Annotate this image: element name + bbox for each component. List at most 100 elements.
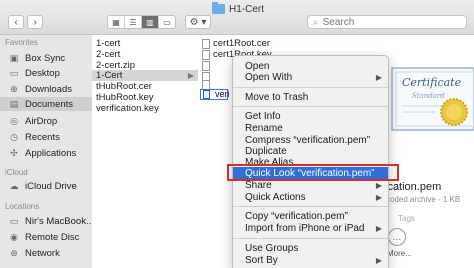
downloads-icon: ⊕ — [10, 83, 18, 94]
laptop-icon: ▭ — [9, 215, 19, 226]
sidebar-item-desktop[interactable]: ▭ Desktop — [8, 66, 60, 80]
sidebar-item-network[interactable]: ⊛ Network — [8, 246, 60, 260]
file-icon — [202, 60, 210, 71]
list-item-label: 1-cert — [96, 38, 121, 49]
menu-separator — [233, 106, 388, 107]
list-item[interactable] — [202, 60, 213, 71]
certificate-preview-image: Certificate Standard — [391, 67, 474, 131]
documents-icon: ▤ — [9, 98, 19, 109]
applications-icon: ✣ — [10, 147, 18, 158]
menu-item-open-with[interactable]: Open With ▶ — [233, 71, 388, 83]
folder-icon — [212, 2, 225, 14]
list-item-label: 1-Cert — [96, 70, 123, 81]
menu-item-label: Open — [245, 60, 270, 72]
menu-item-label: Sort By — [245, 254, 278, 266]
menu-item-label: Import from iPhone or iPad — [245, 222, 365, 234]
sidebar-item-box-sync[interactable]: ▣ Box Sync — [8, 51, 65, 65]
list-item-label: tHubRoot.cer — [96, 81, 152, 92]
menu-item-get-info[interactable]: Get Info — [233, 110, 388, 122]
sidebar-item-label: Documents — [25, 98, 74, 110]
submenu-arrow-icon: ▶ — [375, 72, 382, 82]
view-mode-selector: ▦ ☰ ▥ ▭ — [107, 15, 176, 29]
menu-item-label: Get Info — [245, 110, 281, 122]
icon-view-icon[interactable]: ▦ — [108, 16, 125, 28]
sidebar-item-applications[interactable]: ✣ Applications — [8, 146, 76, 160]
list-view-icon[interactable]: ☰ — [125, 16, 142, 28]
list-item[interactable]: 2-cert — [96, 49, 196, 60]
gallery-view-icon[interactable]: ▭ — [159, 16, 175, 28]
menu-separator — [233, 206, 388, 207]
toolbar: H1-Cert ‹ › ▦ ☰ ▥ ▭ ⚙ ▾ ⌕ — [0, 0, 474, 35]
menu-item-rename[interactable]: Rename — [233, 122, 388, 134]
desktop-icon: ▭ — [9, 67, 19, 78]
list-item[interactable]: tHubRoot.key — [96, 92, 196, 103]
sidebar-item-label: AirDrop — [25, 115, 58, 127]
sidebar-item-recents[interactable]: ◷ Recents — [8, 130, 60, 144]
certificate-title-text: Certificate — [402, 76, 462, 89]
search-icon: ⌕ — [313, 16, 319, 28]
finder-window: H1-Cert ‹ › ▦ ☰ ▥ ▭ ⚙ ▾ ⌕ Favorites ▣ Bo… — [0, 0, 474, 268]
cloud-icon: ☁ — [9, 180, 19, 191]
rename-field[interactable]: veri — [200, 89, 230, 100]
search-input[interactable] — [322, 16, 443, 28]
column-view-icon[interactable]: ▥ — [142, 16, 159, 28]
sidebar-header-icloud: iCloud — [5, 168, 28, 177]
list-item[interactable]: tHubRoot.cer — [96, 81, 196, 92]
sidebar-item-label: Nir's MacBook... — [25, 215, 94, 227]
disc-icon: ◉ — [10, 231, 18, 242]
sidebar-item-documents[interactable]: ▤ Documents — [0, 97, 92, 111]
airdrop-icon: ◎ — [10, 115, 18, 126]
back-button[interactable]: ‹ — [8, 15, 24, 29]
sidebar-item-label: Box Sync — [25, 52, 66, 64]
menu-item-label: Use Groups — [245, 242, 299, 254]
highlight-callout-box — [227, 164, 399, 181]
context-menu: Open Open With ▶ Move to Trash Get Info R… — [232, 55, 389, 268]
seal-icon — [440, 98, 468, 126]
list-item[interactable]: verification.key — [96, 103, 196, 114]
submenu-arrow-icon: ▶ — [375, 255, 382, 265]
rename-field-value: veri — [215, 89, 230, 99]
menu-item-label: Move to Trash — [245, 91, 309, 103]
sidebar-item-label: iCloud Drive — [25, 180, 77, 192]
menu-item-move-to-trash[interactable]: Move to Trash — [233, 91, 388, 103]
menu-separator — [233, 87, 388, 88]
sidebar-item-macbook[interactable]: ▭ Nir's MacBook... — [8, 214, 94, 228]
sidebar-item-label: Applications — [25, 147, 77, 159]
menu-item-copy[interactable]: Copy “verification.pem” — [233, 210, 388, 222]
list-item-label: verification.key — [96, 103, 159, 114]
sidebar-item-downloads[interactable]: ⊕ Downloads — [8, 82, 72, 96]
box-icon: ▣ — [9, 52, 19, 63]
menu-item-label: Duplicate — [245, 145, 287, 157]
menu-item-use-groups[interactable]: Use Groups — [233, 242, 388, 254]
window-title: H1-Cert — [212, 2, 264, 15]
sidebar-item-airdrop[interactable]: ◎ AirDrop — [8, 114, 57, 128]
more-icon[interactable]: … — [388, 228, 406, 246]
sidebar-item-remote-disc[interactable]: ◉ Remote Disc — [8, 230, 79, 244]
sidebar-item-label: Remote Disc — [25, 231, 80, 243]
list-item[interactable]: cert1Root.cer — [202, 38, 270, 49]
forward-button[interactable]: › — [27, 15, 43, 29]
sidebar-header-favorites: Favorites — [5, 38, 38, 47]
menu-item-label: Compress “verification.pem” — [245, 134, 371, 146]
sidebar-item-icloud-drive[interactable]: ☁ iCloud Drive — [8, 179, 77, 193]
menu-item-label: Share — [245, 179, 272, 191]
menu-item-sort-by[interactable]: Sort By ▶ — [233, 254, 388, 266]
preview-file-kind: coded archive - 1 KB — [386, 195, 461, 204]
recents-icon: ◷ — [10, 131, 18, 142]
search-field[interactable]: ⌕ — [307, 15, 467, 29]
list-item[interactable]: 1-cert — [96, 38, 196, 49]
menu-item-quick-actions[interactable]: Quick Actions ▶ — [233, 191, 388, 203]
menu-item-import-from-iphone[interactable]: Import from iPhone or iPad ▶ — [233, 222, 388, 234]
sidebar-header-locations: Locations — [5, 202, 40, 211]
preview-file-name: ication.pem — [385, 181, 442, 193]
sidebar-item-label: Recents — [25, 131, 60, 143]
list-item-selected-folder[interactable]: 1-Cert ▶ — [92, 70, 198, 81]
submenu-arrow-icon: ▶ — [375, 180, 382, 190]
more-label[interactable]: More... — [387, 249, 412, 258]
menu-item-label: Open With — [245, 71, 293, 83]
file-icon — [202, 79, 210, 90]
preview-tags[interactable]: Tags — [398, 214, 415, 223]
certificate-subtitle-text: Standard — [412, 92, 445, 100]
menu-item-label: Copy “verification.pem” — [245, 210, 348, 222]
action-menu-button[interactable]: ⚙ ▾ — [185, 15, 211, 29]
